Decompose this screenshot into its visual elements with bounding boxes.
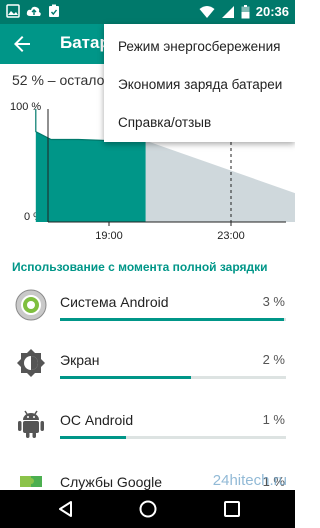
status-bar: 20:36 <box>0 0 295 24</box>
menu-item-help-feedback[interactable]: Справка/отзыв <box>104 104 295 142</box>
home-circle-icon <box>139 500 157 518</box>
nav-home-button[interactable] <box>138 499 158 519</box>
android-system-icon <box>14 288 48 322</box>
usage-bar-track <box>60 436 286 439</box>
battery-screen: 20:36 Батарея 52 % – осталось около 14 ч… <box>0 0 295 528</box>
usage-name: Службы Google <box>60 474 163 490</box>
usage-bar-track <box>60 318 286 321</box>
usage-bar-track <box>60 376 286 379</box>
menu-item-power-saving[interactable]: Режим энергосбережения <box>104 28 295 66</box>
signal-icon <box>221 5 235 19</box>
usage-item-android-os[interactable]: ОС Android 1 % <box>0 402 295 462</box>
usage-section-header: Использование с момента полной зарядки <box>12 260 268 274</box>
x-tick-label: 23:00 <box>217 230 245 242</box>
usage-name: ОС Android <box>60 412 134 428</box>
battery-icon <box>241 5 250 19</box>
status-time: 20:36 <box>255 4 289 19</box>
usage-bar-fill <box>60 318 284 321</box>
usage-percent: 1 % <box>262 412 285 427</box>
usage-item-android-system[interactable]: Система Android 3 % <box>0 284 295 344</box>
image-icon <box>6 4 20 18</box>
recents-square-icon <box>224 501 240 517</box>
usage-percent: 3 % <box>262 294 285 309</box>
chart-area-predicted <box>145 140 295 222</box>
usage-bar-fill <box>60 436 126 439</box>
x-tick-label: 19:00 <box>95 230 123 242</box>
usage-name: Экран <box>60 352 100 368</box>
brightness-icon <box>14 346 48 380</box>
nav-recents-button[interactable] <box>222 499 242 519</box>
clipboard-check-icon <box>48 4 60 18</box>
usage-percent: 2 % <box>262 352 285 367</box>
navigation-bar <box>0 490 295 528</box>
watermark: 24hitech.ru <box>212 472 287 489</box>
usage-item-screen[interactable]: Экран 2 % <box>0 342 295 402</box>
android-robot-icon <box>14 406 48 440</box>
arrow-back-icon <box>14 36 30 52</box>
back-button[interactable] <box>10 32 34 56</box>
usage-name: Система Android <box>60 294 169 310</box>
overflow-menu: Режим энергосбережения Экономия заряда б… <box>104 24 295 142</box>
y-label-top: 100 % <box>10 101 41 113</box>
back-triangle-icon <box>59 501 72 517</box>
cloud-upload-icon <box>26 4 42 18</box>
menu-item-battery-optimization[interactable]: Экономия заряда батареи <box>104 66 295 104</box>
nav-back-button[interactable] <box>56 499 76 519</box>
usage-bar-fill <box>60 376 192 379</box>
wifi-icon <box>199 5 215 19</box>
